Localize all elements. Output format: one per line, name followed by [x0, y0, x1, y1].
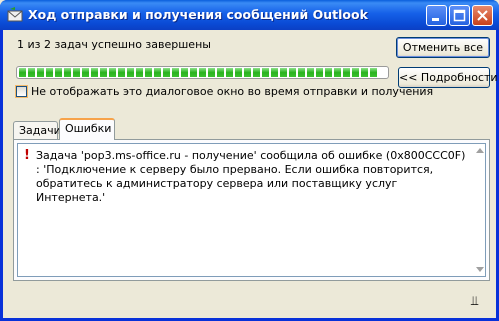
- minimize-icon: [432, 18, 439, 21]
- progress-segment: [280, 68, 287, 77]
- progress-segment: [334, 68, 341, 77]
- progress-segment: [28, 68, 35, 77]
- progress-segment: [181, 68, 188, 77]
- cancel-all-button[interactable]: Отменить все: [396, 37, 490, 58]
- scrollbar[interactable]: [472, 145, 484, 275]
- progress-segment: [316, 68, 323, 77]
- progress-segment: [73, 68, 80, 77]
- dont-show-option[interactable]: Не отображать это диалоговое окно во вре…: [16, 85, 433, 98]
- maximize-button[interactable]: [449, 5, 470, 26]
- dont-show-label: Не отображать это диалоговое окно во вре…: [31, 85, 434, 98]
- progress-segment: [91, 68, 98, 77]
- progress-segment: [361, 68, 368, 77]
- send-receive-icon: [7, 7, 23, 22]
- scroll-up-icon[interactable]: [476, 148, 484, 153]
- maximize-icon: [453, 9, 466, 22]
- tab-tasks[interactable]: Задачи: [13, 121, 61, 139]
- progress-segment: [307, 68, 314, 77]
- progress-segment: [100, 68, 107, 77]
- minimize-button[interactable]: [426, 5, 447, 26]
- progress-segment: [172, 68, 179, 77]
- progress-segment: [46, 68, 53, 77]
- progress-segment: [37, 68, 44, 77]
- progress-segment: [19, 68, 26, 77]
- progress-segment: [163, 68, 170, 77]
- scroll-down-icon[interactable]: [476, 267, 484, 272]
- status-text: 1 из 2 задач успешно завершены: [17, 38, 211, 51]
- close-icon: [477, 10, 488, 21]
- outlook-progress-dialog: Ход отправки и получения сообщений Outlo…: [0, 0, 499, 321]
- progress-segment: [325, 68, 332, 77]
- progress-segment: [145, 68, 152, 77]
- progress-segment: [298, 68, 305, 77]
- progress-segment: [343, 68, 350, 77]
- progress-segment: [109, 68, 116, 77]
- dialog-body: 1 из 2 задач успешно завершены Отменить …: [3, 30, 498, 318]
- progress-segment: [82, 68, 89, 77]
- progress-segment: [199, 68, 206, 77]
- progress-segment: [64, 68, 71, 77]
- errors-list[interactable]: ! Задача 'pop3.ms-office.ru - получение'…: [17, 143, 486, 277]
- progress-segment: [55, 68, 62, 77]
- progress-segment: [226, 68, 233, 77]
- progress-segment: [118, 68, 125, 77]
- close-button[interactable]: [472, 5, 493, 26]
- progress-segment: [253, 68, 260, 77]
- progress-segment: [271, 68, 278, 77]
- window-title: Ход отправки и получения сообщений Outlo…: [28, 7, 368, 22]
- progress-segment: [244, 68, 251, 77]
- progress-segment: [370, 68, 377, 77]
- progress-segment: [352, 68, 359, 77]
- exclamation-icon: !: [24, 148, 30, 163]
- tab-errors[interactable]: Ошибки: [59, 118, 115, 140]
- pin-icon[interactable]: ⫫: [471, 294, 478, 309]
- progress-segment: [127, 68, 134, 77]
- progress-segment: [154, 68, 161, 77]
- progress-segment: [208, 68, 215, 77]
- dont-show-checkbox[interactable]: [16, 86, 27, 97]
- title-bar[interactable]: Ход отправки и получения сообщений Outlo…: [0, 0, 499, 30]
- progress-segment: [235, 68, 242, 77]
- progress-segment: [190, 68, 197, 77]
- progress-segment: [289, 68, 296, 77]
- progress-bar: [16, 66, 389, 79]
- error-message: Задача 'pop3.ms-office.ru - получение' с…: [36, 149, 466, 204]
- errors-panel: ! Задача 'pop3.ms-office.ru - получение'…: [13, 139, 490, 281]
- progress-segment: [136, 68, 143, 77]
- progress-segment: [217, 68, 224, 77]
- progress-segment: [262, 68, 269, 77]
